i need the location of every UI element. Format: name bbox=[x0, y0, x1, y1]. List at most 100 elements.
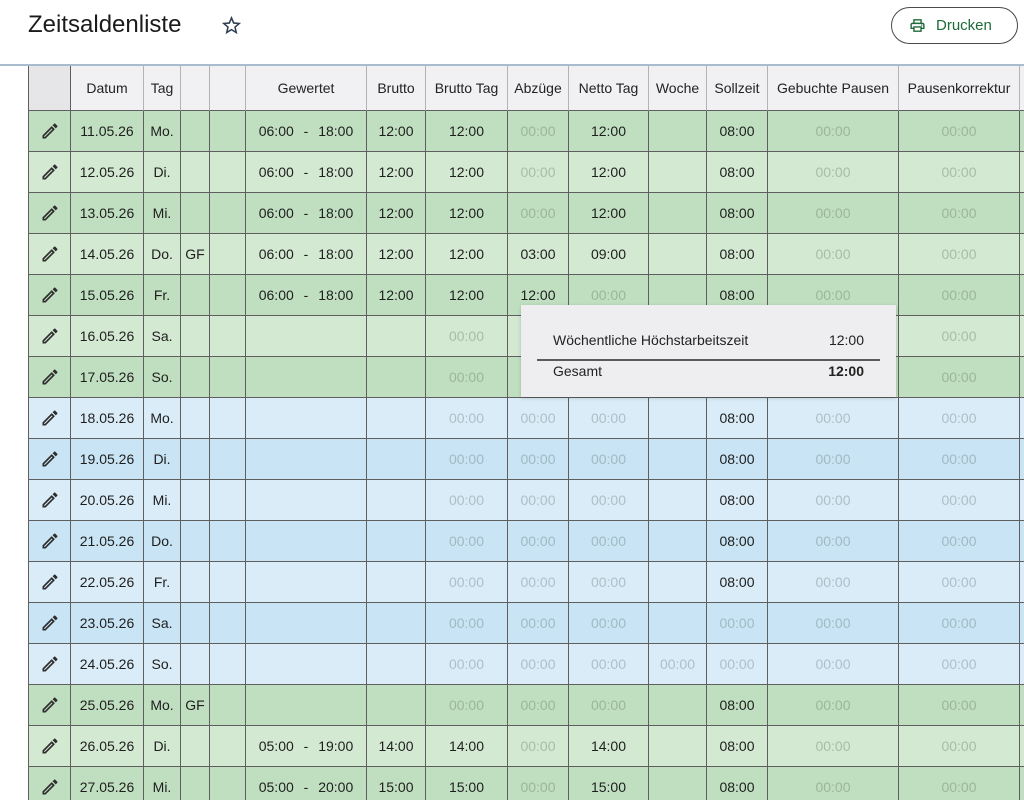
cell-datum: 11.05.26 bbox=[71, 111, 144, 152]
cell-overflow bbox=[1020, 152, 1024, 193]
cell-abzuege: 00:00 bbox=[508, 480, 569, 521]
cell-tag: Di. bbox=[144, 439, 181, 480]
cell-overflow bbox=[1020, 357, 1024, 398]
cell-gewertet bbox=[246, 685, 367, 726]
edit-row-button[interactable] bbox=[28, 767, 71, 800]
table-row: 20.05.26 Mi. 00:00 00:00 00:00 08:00 00:00 00:0… bbox=[28, 480, 1024, 521]
cell-tag: Fr. bbox=[144, 275, 181, 316]
cell-pausenkorrektur: 00:00 bbox=[899, 316, 1020, 357]
cell-kennzeichen bbox=[181, 521, 210, 562]
cell-pausenkorrektur: 00:00 bbox=[899, 644, 1020, 685]
cell-sollzeit: 08:00 bbox=[707, 521, 768, 562]
column-header-kennzeichen bbox=[181, 66, 210, 111]
cell-pausenkorrektur: 00:00 bbox=[899, 111, 1020, 152]
column-header-sollzeit: Sollzeit bbox=[707, 66, 768, 111]
table-row: 11.05.26 Mo. 06:00 - 18:00 12:00 12:00 00:00 1… bbox=[28, 111, 1024, 152]
cell-gewertet bbox=[246, 562, 367, 603]
edit-row-button[interactable] bbox=[28, 603, 71, 644]
edit-row-button[interactable] bbox=[28, 111, 71, 152]
cell-netto-tag: 00:00 bbox=[569, 439, 649, 480]
pencil-icon bbox=[42, 492, 58, 508]
cell-zusatz bbox=[210, 357, 246, 398]
cell-zusatz bbox=[210, 685, 246, 726]
cell-datum: 13.05.26 bbox=[71, 193, 144, 234]
cell-gewertet bbox=[246, 644, 367, 685]
cell-gebuchte-pausen: 00:00 bbox=[768, 234, 899, 275]
pencil-icon bbox=[42, 615, 58, 631]
cell-brutto-tag: 00:00 bbox=[426, 357, 508, 398]
cell-zusatz bbox=[210, 644, 246, 685]
cell-brutto-tag: 00:00 bbox=[426, 562, 508, 603]
cell-sollzeit: 00:00 bbox=[707, 603, 768, 644]
edit-row-button[interactable] bbox=[28, 193, 71, 234]
table-row: 13.05.26 Mi. 06:00 - 18:00 12:00 12:00 00:00 1… bbox=[28, 193, 1024, 234]
tooltip-value: 12:00 bbox=[828, 332, 864, 348]
cell-overflow bbox=[1020, 234, 1024, 275]
cell-tag: Di. bbox=[144, 152, 181, 193]
cell-abzuege: 00:00 bbox=[508, 685, 569, 726]
cell-brutto bbox=[367, 603, 426, 644]
cell-pausenkorrektur: 00:00 bbox=[899, 439, 1020, 480]
cell-gewertet: 06:00 - 18:00 bbox=[246, 152, 367, 193]
edit-row-button[interactable] bbox=[28, 562, 71, 603]
edit-row-button[interactable] bbox=[28, 480, 71, 521]
cell-zusatz bbox=[210, 275, 246, 316]
cell-woche bbox=[649, 685, 707, 726]
cell-kennzeichen bbox=[181, 111, 210, 152]
cell-brutto-tag: 12:00 bbox=[426, 234, 508, 275]
edit-row-button[interactable] bbox=[28, 152, 71, 193]
cell-gewertet bbox=[246, 603, 367, 644]
edit-row-button[interactable] bbox=[28, 398, 71, 439]
printer-icon bbox=[910, 19, 925, 32]
column-header-brutto-tag: Brutto Tag bbox=[426, 66, 508, 111]
edit-row-button[interactable] bbox=[28, 234, 71, 275]
column-header-gewertet: Gewertet bbox=[246, 66, 367, 111]
edit-row-button[interactable] bbox=[28, 316, 71, 357]
edit-row-button[interactable] bbox=[28, 685, 71, 726]
cell-woche: 00:00 bbox=[649, 644, 707, 685]
table-row: 18.05.26 Mo. 00:00 00:00 00:00 08:00 00:00 00:0… bbox=[28, 398, 1024, 439]
edit-row-button[interactable] bbox=[28, 439, 71, 480]
star-outline-icon bbox=[221, 15, 242, 35]
cell-overflow bbox=[1020, 521, 1024, 562]
cell-woche bbox=[649, 193, 707, 234]
cell-woche bbox=[649, 521, 707, 562]
cell-netto-tag: 12:00 bbox=[569, 193, 649, 234]
cell-zusatz bbox=[210, 316, 246, 357]
cell-brutto bbox=[367, 439, 426, 480]
cell-kennzeichen: GF bbox=[181, 234, 210, 275]
cell-brutto bbox=[367, 480, 426, 521]
pencil-icon bbox=[42, 205, 58, 221]
cell-brutto-tag: 00:00 bbox=[426, 685, 508, 726]
edit-row-button[interactable] bbox=[28, 726, 71, 767]
cell-abzuege: 03:00 bbox=[508, 234, 569, 275]
favorite-star-icon[interactable] bbox=[220, 14, 243, 37]
cell-brutto: 12:00 bbox=[367, 234, 426, 275]
print-button[interactable]: Drucken bbox=[891, 7, 1018, 44]
cell-datum: 25.05.26 bbox=[71, 685, 144, 726]
cell-gebuchte-pausen: 00:00 bbox=[768, 562, 899, 603]
cell-sollzeit: 08:00 bbox=[707, 685, 768, 726]
cell-overflow bbox=[1020, 767, 1024, 800]
cell-tag: Sa. bbox=[144, 316, 181, 357]
cell-kennzeichen bbox=[181, 767, 210, 800]
cell-zusatz bbox=[210, 439, 246, 480]
cell-brutto: 15:00 bbox=[367, 767, 426, 800]
cell-overflow bbox=[1020, 644, 1024, 685]
cell-netto-tag: 00:00 bbox=[569, 603, 649, 644]
cell-brutto: 12:00 bbox=[367, 152, 426, 193]
edit-row-button[interactable] bbox=[28, 357, 71, 398]
edit-row-button[interactable] bbox=[28, 644, 71, 685]
cell-zusatz bbox=[210, 562, 246, 603]
cell-netto-tag: 14:00 bbox=[569, 726, 649, 767]
cell-woche bbox=[649, 398, 707, 439]
pencil-icon bbox=[42, 328, 58, 344]
cell-kennzeichen bbox=[181, 562, 210, 603]
cell-brutto: 12:00 bbox=[367, 275, 426, 316]
cell-zusatz bbox=[210, 767, 246, 800]
cell-tag: Mi. bbox=[144, 767, 181, 800]
edit-row-button[interactable] bbox=[28, 275, 71, 316]
edit-row-button[interactable] bbox=[28, 521, 71, 562]
cell-gebuchte-pausen: 00:00 bbox=[768, 398, 899, 439]
cell-abzuege: 00:00 bbox=[508, 562, 569, 603]
